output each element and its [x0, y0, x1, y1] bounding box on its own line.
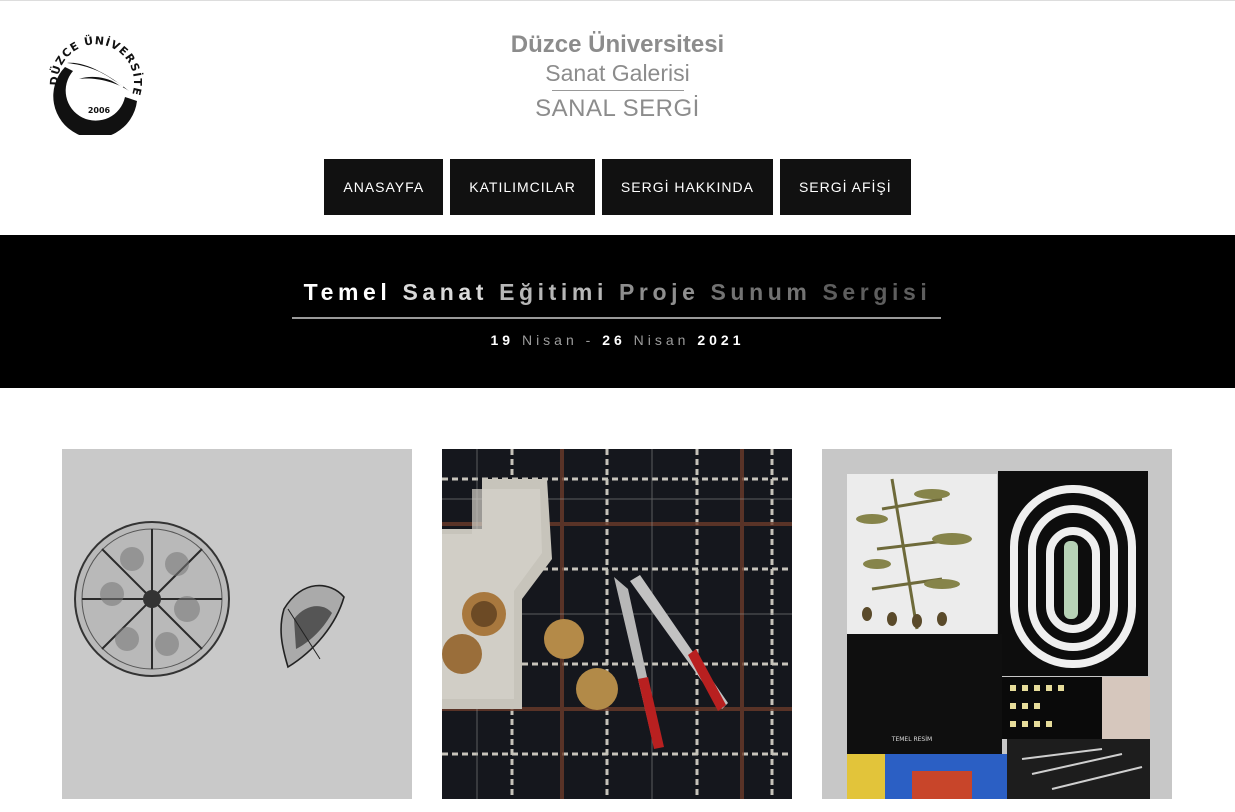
exhibition-title-word: Proje — [618, 279, 700, 305]
artwork-collage-icon: TEMEL RESİM — [822, 449, 1172, 799]
main-nav: ANASAYFA KATILIMCILAR SERGİ HAKKINDA SER… — [0, 159, 1235, 215]
artwork-walnut-nutcracker-still-life-icon — [442, 449, 792, 799]
exhibition-title-word: Sanat — [402, 279, 489, 305]
artwork-card[interactable] — [442, 449, 792, 799]
date-part: 2021 — [697, 332, 745, 348]
exhibition-title-word: Sergisi — [822, 279, 932, 305]
exhibition-title-word: Eğitimi — [499, 279, 608, 305]
date-part: 19 — [490, 332, 515, 348]
title-divider — [551, 90, 684, 91]
gallery-title: Sanat Galerisi — [545, 60, 690, 86]
date-part: Nisan — [633, 332, 690, 348]
exhibition-title: Temel Sanat Eğitimi Proje Sunum Sergisi — [0, 279, 1235, 306]
virtual-exhibition-title: SANAL SERGİ — [535, 95, 700, 122]
artwork-card[interactable] — [62, 449, 412, 799]
university-title: Düzce Üniversitesi — [510, 31, 725, 58]
header-titles: Düzce Üniversitesi Sanat Galerisi SANAL … — [0, 31, 1235, 123]
date-part: - — [585, 332, 595, 348]
nav-exhibition-poster[interactable]: SERGİ AFİŞİ — [779, 159, 911, 215]
exhibition-dates: 19 Nisan - 26 Nisan 2021 — [0, 332, 1235, 348]
artwork-orange-slice-drawing-icon — [62, 449, 412, 799]
exhibition-title-word: Temel — [303, 279, 392, 305]
date-part: Nisan — [521, 332, 578, 348]
exhibition-banner: Temel Sanat Eğitimi Proje Sunum Sergisi … — [0, 235, 1235, 388]
nav-home[interactable]: ANASAYFA — [324, 159, 444, 215]
artwork-card[interactable]: TEMEL RESİM — [822, 449, 1172, 799]
nav-participants[interactable]: KATILIMCILAR — [450, 159, 595, 215]
collage-label: TEMEL RESİM — [891, 736, 932, 743]
exhibition-title-word: Sunum — [710, 279, 812, 305]
banner-divider — [292, 317, 941, 319]
nav-about-exhibition[interactable]: SERGİ HAKKINDA — [601, 159, 773, 215]
date-part: 26 — [602, 332, 626, 348]
